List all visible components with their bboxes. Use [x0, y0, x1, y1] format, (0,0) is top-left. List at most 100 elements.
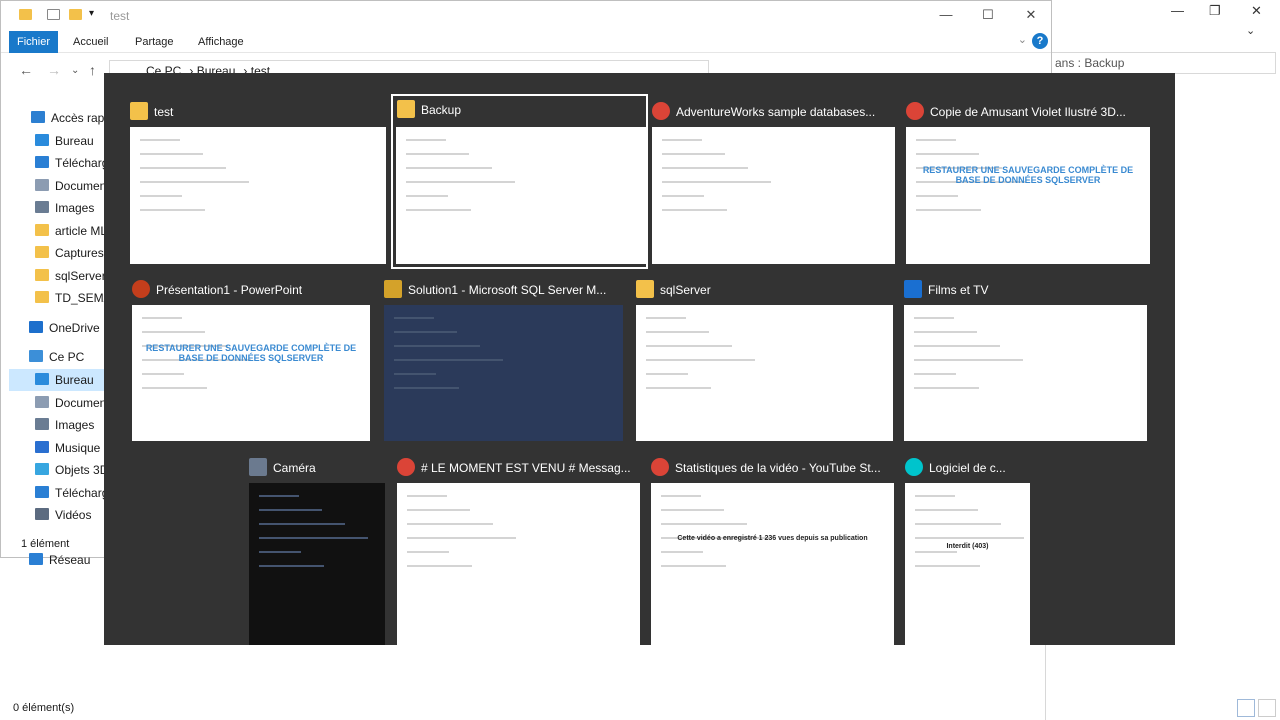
- thumbnail-text: Cette vidéo a enregistré 1 236 vues depu…: [677, 535, 868, 542]
- thumbnail-content-line: [661, 565, 726, 567]
- thumbnail-content-line: [259, 565, 324, 567]
- tab-accueil[interactable]: Accueil: [65, 31, 116, 53]
- task-view-thumbnail[interactable]: [904, 305, 1147, 441]
- thumbnail-content-line: [407, 551, 449, 553]
- task-view-window-title: AdventureWorks sample databases...: [676, 105, 876, 119]
- properties-icon[interactable]: [47, 9, 60, 20]
- task-view-thumbnail[interactable]: [130, 127, 386, 264]
- sidebar-item-images[interactable]: Images: [35, 197, 94, 219]
- up-arrow-icon[interactable]: ↑: [89, 62, 96, 78]
- task-view-window-4[interactable]: Copie de Amusant Violet Ilustré 3D... RES…: [906, 101, 1150, 268]
- title-bar[interactable]: ▾ test — ☐ ✕: [1, 1, 1051, 31]
- thumbnail-content-line: [661, 495, 701, 497]
- tab-affichage[interactable]: Affichage: [190, 31, 252, 53]
- sidebar-item-onedrive[interactable]: OneDrive: [29, 317, 100, 339]
- task-view-thumbnail[interactable]: RESTAURER UNE SAUVEGARDE COMPLÈTE DE BAS…: [132, 305, 370, 441]
- task-view-thumbnail[interactable]: [249, 483, 385, 645]
- sidebar-item-objets-3d[interactable]: Objets 3D: [35, 459, 108, 481]
- task-view-window-10[interactable]: # LE MOMENT EST VENU # Messag...: [397, 457, 640, 649]
- task-view-window-title: Logiciel de c...: [929, 461, 1006, 475]
- chevron-down-icon[interactable]: ▾: [89, 8, 94, 19]
- task-view-window-3[interactable]: AdventureWorks sample databases...: [652, 101, 895, 268]
- task-view-window-header: Caméra: [249, 457, 385, 479]
- restore-icon[interactable]: ❐: [1209, 3, 1221, 19]
- maximize-button[interactable]: ☐: [978, 5, 998, 25]
- task-view-window-7[interactable]: sqlServer: [636, 279, 893, 445]
- thumbnail-content-line: [406, 209, 471, 211]
- thumbnail-content-line: [646, 387, 711, 389]
- star-icon: [31, 111, 45, 123]
- task-view-window-8[interactable]: Films et TV: [904, 279, 1147, 445]
- task-view-window-6[interactable]: Solution1 - Microsoft SQL Server M...: [384, 279, 623, 445]
- minimize-icon[interactable]: —: [1171, 3, 1184, 18]
- thumbnail-content-line: [394, 387, 459, 389]
- folder-icon: [35, 291, 49, 303]
- thumbnail-content-line: [915, 495, 955, 497]
- thumbnail-content-line: [914, 359, 1023, 361]
- sidebar-item-label: Images: [55, 418, 95, 432]
- task-view-window-title: test: [154, 105, 174, 119]
- thumbnail-content-line: [259, 495, 299, 497]
- sidebar-item-musique[interactable]: Musique: [35, 437, 100, 459]
- task-view-window-12[interactable]: Logiciel de c... Interdit (403): [905, 457, 1030, 649]
- camera-icon: [249, 458, 267, 476]
- thumbnail-content-line: [394, 345, 480, 347]
- sidebar-item-label: Bureau: [55, 134, 94, 148]
- forward-arrow-icon[interactable]: →: [47, 62, 61, 78]
- thumbnail-content-line: [406, 153, 469, 155]
- task-view: test Backup AdventureWorks sample database…: [104, 73, 1175, 645]
- document-icon: [35, 179, 49, 191]
- chevron-down-icon[interactable]: ⌄: [1246, 24, 1255, 37]
- new-folder-icon[interactable]: [69, 9, 82, 20]
- thumbnail-content-line: [394, 331, 457, 333]
- close-icon[interactable]: ✕: [1251, 3, 1262, 19]
- task-view-window-5[interactable]: Présentation1 - PowerPoint RESTAURER UNE …: [132, 279, 370, 445]
- task-view-window-1[interactable]: test: [130, 101, 386, 268]
- thumbnail-content-line: [394, 359, 503, 361]
- document-icon: [35, 396, 49, 408]
- sidebar-item-vid-os[interactable]: Vidéos: [35, 504, 91, 526]
- close-button[interactable]: ✕: [1021, 5, 1041, 25]
- bottom-status-text: 0 élément(s): [13, 702, 75, 714]
- details-view-icon[interactable]: [1237, 699, 1255, 717]
- large-icons-view-icon[interactable]: [1258, 699, 1276, 717]
- thumbnail-text: RESTAURER UNE SAUVEGARDE COMPLÈTE DE BAS…: [145, 343, 357, 363]
- tab-partage[interactable]: Partage: [127, 31, 182, 53]
- sidebar-item-ce-pc[interactable]: Ce PC: [29, 346, 84, 368]
- sidebar-item-r-seau[interactable]: Réseau: [29, 549, 90, 571]
- task-view-window-9[interactable]: Caméra: [249, 457, 385, 649]
- task-view-window-title: Solution1 - Microsoft SQL Server M...: [408, 283, 607, 297]
- thumbnail-content-line: [407, 537, 516, 539]
- sidebar-item-article-ml[interactable]: article ML: [35, 220, 107, 242]
- chevron-down-icon[interactable]: ⌄: [1018, 33, 1027, 46]
- thumbnail-content-line: [140, 167, 226, 169]
- video-icon: [35, 508, 49, 520]
- sidebar-item-bureau[interactable]: Bureau: [35, 130, 94, 152]
- sidebar-item-label: OneDrive: [49, 321, 100, 335]
- thumbnail-content-line: [142, 373, 184, 375]
- thumbnail-content-line: [394, 373, 436, 375]
- search-box[interactable]: ans : Backup: [1046, 52, 1276, 74]
- thumbnail-content-line: [662, 181, 771, 183]
- task-view-window-2[interactable]: Backup: [391, 94, 648, 269]
- task-view-thumbnail[interactable]: [397, 483, 640, 645]
- back-arrow-icon[interactable]: ←: [19, 62, 33, 78]
- task-view-thumbnail[interactable]: RESTAURER UNE SAUVEGARDE COMPLÈTE DE BAS…: [906, 127, 1150, 264]
- chevron-down-icon[interactable]: ⌄: [71, 65, 79, 76]
- task-view-thumbnail[interactable]: [636, 305, 893, 441]
- tab-fichier[interactable]: Fichier: [9, 31, 59, 53]
- sidebar-item-images[interactable]: Images: [35, 414, 94, 436]
- cube-icon: [35, 463, 49, 475]
- task-view-thumbnail[interactable]: Interdit (403): [905, 483, 1030, 645]
- minimize-button[interactable]: —: [936, 5, 956, 25]
- thumbnail-content-line: [914, 345, 1000, 347]
- help-icon[interactable]: ?: [1032, 33, 1048, 49]
- task-view-window-header: Backup: [397, 99, 648, 121]
- task-view-thumbnail[interactable]: [396, 127, 647, 264]
- sidebar-item-sqlserver[interactable]: sqlServer: [35, 265, 106, 287]
- task-view-thumbnail[interactable]: [384, 305, 623, 441]
- task-view-window-11[interactable]: Statistiques de la vidéo - YouTube St...…: [651, 457, 894, 649]
- task-view-thumbnail[interactable]: [652, 127, 895, 264]
- task-view-thumbnail[interactable]: Cette vidéo a enregistré 1 236 vues depu…: [651, 483, 894, 645]
- thumbnail-content-line: [916, 195, 958, 197]
